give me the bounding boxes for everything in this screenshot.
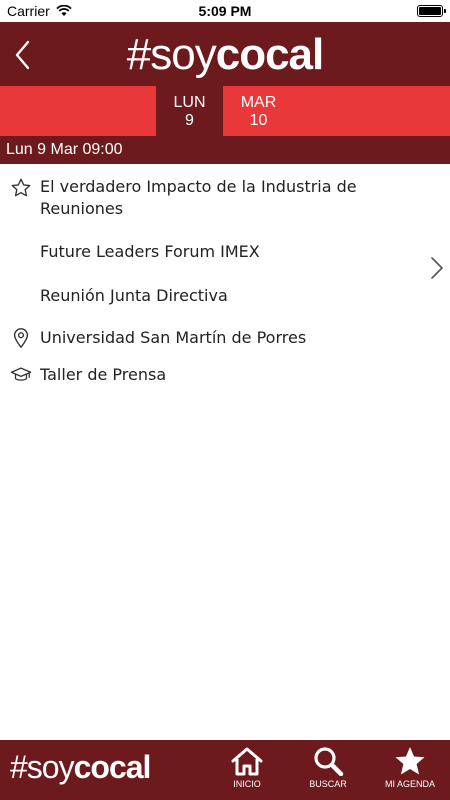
location-pin-icon bbox=[13, 328, 29, 348]
day-tab-num: 9 bbox=[185, 112, 194, 129]
tab-mi-agenda[interactable]: MI AGENDA bbox=[375, 740, 445, 800]
search-icon bbox=[314, 747, 344, 776]
session-title: El verdadero Impacto de la Industria de … bbox=[40, 177, 357, 218]
tab-label: BUSCAR bbox=[309, 779, 347, 789]
time-slot-header: Lun 9 Mar 09:00 bbox=[0, 136, 450, 164]
logo-prefix: #soy bbox=[126, 30, 217, 79]
session-location-row: Universidad San Martín de Porres bbox=[0, 327, 450, 349]
session-subtitle: Reunión Junta Directiva bbox=[40, 286, 228, 305]
tab-label: INICIO bbox=[233, 779, 261, 789]
bottom-tab-bar: #soycocal INICIO BUSCAR MI AGENDA bbox=[0, 740, 450, 800]
home-icon bbox=[231, 747, 263, 776]
status-time: 5:09 PM bbox=[198, 3, 252, 19]
app-header: #soycocal bbox=[0, 22, 450, 86]
session-type: Taller de Prensa bbox=[40, 365, 167, 384]
tab-inicio[interactable]: INICIO bbox=[212, 740, 282, 800]
logo-suffix: cocal bbox=[215, 30, 325, 79]
session-track: Future Leaders Forum IMEX bbox=[40, 242, 260, 261]
chevron-right-icon[interactable] bbox=[430, 256, 444, 280]
session-title-row: El verdadero Impacto de la Industria de … bbox=[0, 176, 450, 222]
graduation-cap-icon bbox=[10, 367, 32, 381]
day-tab-lun[interactable]: LUN 9 bbox=[156, 86, 223, 136]
star-outline-icon[interactable] bbox=[10, 177, 32, 199]
footer-logo-prefix: #soy bbox=[10, 749, 75, 785]
app-logo: #soycocal bbox=[0, 30, 450, 80]
footer-logo-suffix: cocal bbox=[73, 749, 152, 785]
session-detail: El verdadero Impacto de la Industria de … bbox=[0, 164, 450, 740]
day-tab-num: 10 bbox=[249, 112, 268, 129]
day-tab-mar[interactable]: MAR 10 bbox=[225, 86, 292, 136]
session-track-row: Future Leaders Forum IMEX bbox=[0, 241, 450, 263]
day-tab-day: MAR bbox=[240, 94, 277, 111]
star-icon bbox=[395, 747, 425, 775]
footer-logo: #soycocal bbox=[10, 748, 152, 786]
session-type-row: Taller de Prensa bbox=[0, 364, 450, 386]
session-subtitle-row: Reunión Junta Directiva bbox=[0, 285, 450, 307]
session-location: Universidad San Martín de Porres bbox=[40, 328, 307, 347]
day-tab-bar: LUN 9 MAR 10 bbox=[0, 86, 450, 136]
battery-icon bbox=[417, 5, 446, 17]
day-tab-day: LUN bbox=[173, 94, 206, 111]
tab-buscar[interactable]: BUSCAR bbox=[293, 740, 363, 800]
status-bar: Carrier 5:09 PM bbox=[0, 0, 450, 22]
tab-label: MI AGENDA bbox=[384, 779, 435, 789]
